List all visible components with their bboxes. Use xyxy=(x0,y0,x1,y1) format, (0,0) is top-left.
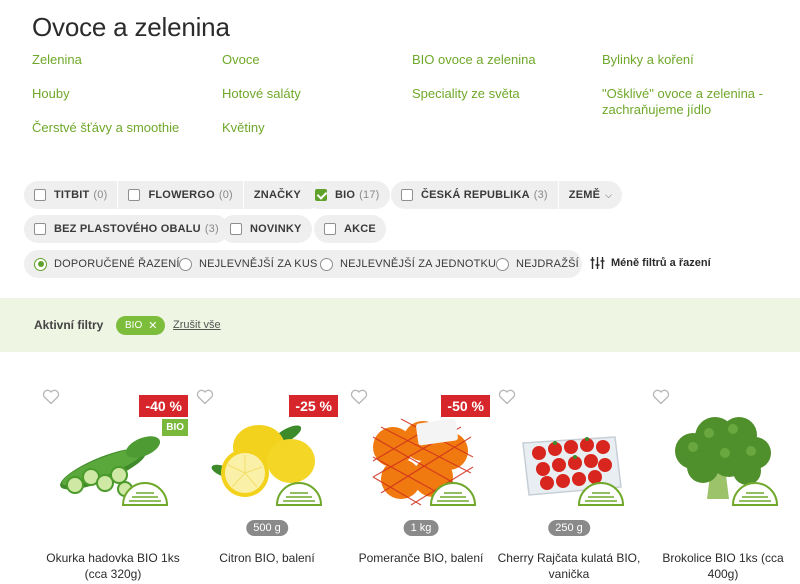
product-card[interactable]: -25 % 500 g Citron BIO, balení xyxy=(192,385,342,584)
filter-titbit[interactable]: TITBIT (0) xyxy=(24,181,117,209)
checkbox[interactable] xyxy=(34,189,46,201)
radio[interactable] xyxy=(179,257,192,271)
product-image-lemon xyxy=(211,425,323,506)
product-name[interactable]: Brokolice BIO 1ks (cca 400g) xyxy=(648,550,798,582)
heart-icon[interactable] xyxy=(498,389,516,405)
product-name[interactable]: Cherry Rajčata kulatá BIO, vanička xyxy=(494,550,644,582)
category-link-juices[interactable]: Čerstvé šťávy a smoothie xyxy=(32,120,179,136)
active-filters-label: Aktivní filtry xyxy=(34,318,104,332)
radio[interactable] xyxy=(496,257,509,271)
product-card[interactable]: 250 g Cherry Rajčata kulatá BIO, vanička xyxy=(494,385,644,584)
category-link-flowers[interactable]: Květiny xyxy=(222,120,265,136)
radio-selected[interactable] xyxy=(34,257,47,271)
filter-label: BIO xyxy=(335,189,356,201)
filter-sale-seg[interactable]: AKCE xyxy=(314,215,386,243)
discount-badge: -50 % xyxy=(441,395,490,417)
discount-badge: -25 % xyxy=(289,395,338,417)
filter-count: (3) xyxy=(204,223,219,235)
product-card[interactable]: -50 % 1 kg Pomeranče BIO, balení xyxy=(346,385,496,584)
product-image-oranges xyxy=(372,418,477,506)
bio-logo xyxy=(731,482,779,506)
sort-label: NEJDRAŽŠÍ xyxy=(516,258,579,270)
close-icon[interactable]: ✕ xyxy=(148,319,157,332)
weight-badge: 1 kg xyxy=(403,520,439,536)
active-filter-chip-bio[interactable]: BIO ✕ xyxy=(116,316,166,335)
category-link-ugly-produce[interactable]: "Ošklivé" ovoce a zelenina - zachraňujem… xyxy=(602,86,782,118)
bio-badge: BIO xyxy=(162,419,188,436)
category-link-salads[interactable]: Hotové saláty xyxy=(222,86,301,102)
filter-new[interactable]: NOVINKY xyxy=(220,215,312,243)
filter-label: NOVINKY xyxy=(250,223,302,235)
filter-new-seg[interactable]: NOVINKY xyxy=(220,215,312,243)
chevron-down-icon: ⌵ xyxy=(605,189,613,200)
filter-label: AKCE xyxy=(344,223,376,235)
heart-icon[interactable] xyxy=(196,389,214,405)
category-link-zelenina[interactable]: Zelenina xyxy=(32,52,82,68)
filter-group-country: ČESKÁ REPUBLIKA (3) ZEMĚ ⌵ xyxy=(391,181,623,209)
filter-label: BEZ PLASTOVÉHO OBALU xyxy=(54,223,201,235)
category-link-bio[interactable]: BIO ovoce a zelenina xyxy=(412,52,536,68)
product-card[interactable]: -40 % BIO Okurka hadovka BIO 1ks (cca 32… xyxy=(38,385,188,584)
sliders-icon xyxy=(590,257,605,269)
weight-badge: 250 g xyxy=(548,520,590,536)
bio-logo xyxy=(275,482,323,506)
product-name[interactable]: Pomeranče BIO, balení xyxy=(346,550,496,566)
less-filters-button[interactable]: Méně filtrů a řazení xyxy=(590,256,711,270)
dropdown-label: ZNAČKY xyxy=(253,189,301,201)
filter-count: (3) xyxy=(533,189,548,201)
filter-count: (17) xyxy=(359,189,380,201)
active-chip-label: BIO xyxy=(125,320,143,331)
sort-bar: DOPORUČENÉ ŘAZENÍ NEJLEVNĚJŠÍ ZA KUS NEJ… xyxy=(24,250,582,278)
weight-badge: 500 g xyxy=(246,520,288,536)
category-link-herbs[interactable]: Bylinky a koření xyxy=(602,52,694,68)
product-image-broccoli xyxy=(675,417,779,506)
sort-label: NEJLEVNĚJŠÍ ZA JEDNOTKU xyxy=(340,258,497,270)
checkbox[interactable] xyxy=(34,223,46,235)
sort-cheapest-per-unit[interactable]: NEJLEVNĚJŠÍ ZA JEDNOTKU xyxy=(320,250,496,278)
clear-all-link[interactable]: Zrušit vše xyxy=(173,319,221,331)
checkbox[interactable] xyxy=(324,223,336,235)
filter-no-plastic-seg[interactable]: BEZ PLASTOVÉHO OBALU (3) xyxy=(24,215,229,243)
filter-czech-republic[interactable]: ČESKÁ REPUBLIKA (3) xyxy=(391,181,558,209)
category-link-world-specialities[interactable]: Speciality ze světa xyxy=(412,86,520,102)
category-link-ovoce[interactable]: Ovoce xyxy=(222,52,260,68)
filter-bio[interactable]: BIO (17) xyxy=(305,181,390,209)
checkbox[interactable] xyxy=(128,189,141,201)
checkbox[interactable] xyxy=(401,189,413,201)
product-image-cherry-tomatoes xyxy=(522,436,625,506)
filter-label: TITBIT xyxy=(54,189,90,201)
filter-bio-seg[interactable]: BIO (17) xyxy=(305,181,390,209)
page-title: Ovoce a zelenina xyxy=(32,12,230,42)
product-card[interactable]: Brokolice BIO 1ks (cca 400g) xyxy=(648,385,798,584)
product-image-cucumber xyxy=(60,436,169,506)
filter-count: (0) xyxy=(93,189,108,201)
sort-most-expensive[interactable]: NEJDRAŽŠÍ xyxy=(496,250,579,278)
filter-no-plastic[interactable]: BEZ PLASTOVÉHO OBALU (3) xyxy=(24,215,229,243)
checkbox-checked[interactable] xyxy=(315,189,327,201)
sort-recommended[interactable]: DOPORUČENÉ ŘAZENÍ xyxy=(34,250,180,278)
category-link-mushrooms[interactable]: Houby xyxy=(32,86,70,102)
radio[interactable] xyxy=(320,257,333,271)
discount-badge: -40 % xyxy=(139,395,188,417)
filter-label: FLOWERGO xyxy=(148,189,215,201)
sort-label: DOPORUČENÉ ŘAZENÍ xyxy=(54,258,180,270)
sort-label: NEJLEVNĚJŠÍ ZA KUS xyxy=(199,258,318,270)
product-name[interactable]: Citron BIO, balení xyxy=(192,550,342,566)
filter-flowergo[interactable]: FLOWERGO (0) xyxy=(117,181,242,209)
country-dropdown[interactable]: ZEMĚ ⌵ xyxy=(557,181,622,209)
heart-icon[interactable] xyxy=(350,389,368,405)
filter-sale[interactable]: AKCE xyxy=(314,215,386,243)
filter-count: (0) xyxy=(218,189,233,201)
dropdown-label: ZEMĚ xyxy=(568,189,601,201)
sort-cheapest-per-piece[interactable]: NEJLEVNĚJŠÍ ZA KUS xyxy=(179,250,318,278)
checkbox[interactable] xyxy=(230,223,242,235)
heart-icon[interactable] xyxy=(652,389,670,405)
filter-label: ČESKÁ REPUBLIKA xyxy=(421,189,530,201)
heart-icon[interactable] xyxy=(42,389,60,405)
less-filters-label: Méně filtrů a řazení xyxy=(611,257,711,269)
product-name[interactable]: Okurka hadovka BIO 1ks (cca 320g) xyxy=(38,550,188,582)
filter-group-brands: TITBIT (0) FLOWERGO (0) ZNAČKY ⌵ xyxy=(24,181,323,209)
